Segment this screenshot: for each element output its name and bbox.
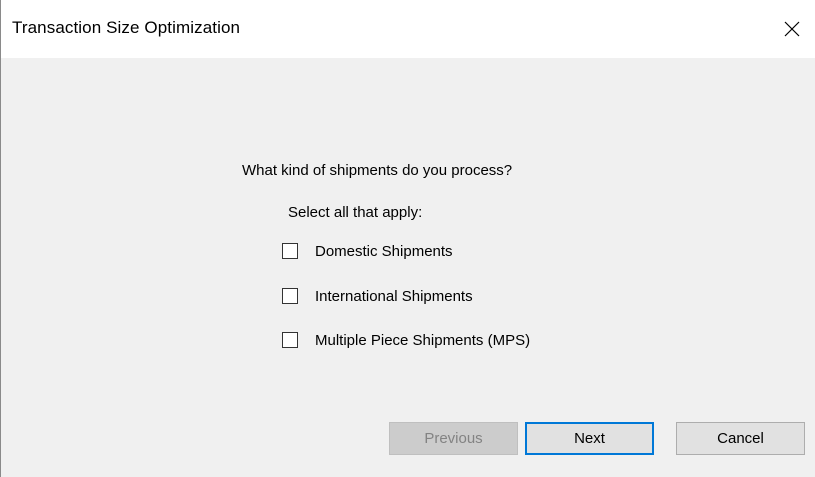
- domestic-shipments-checkbox[interactable]: Domestic Shipments: [282, 240, 453, 262]
- instruction-text: Select all that apply:: [288, 204, 423, 221]
- multiple-piece-shipments-checkbox[interactable]: Multiple Piece Shipments (MPS): [282, 329, 530, 351]
- checkbox-box[interactable]: [282, 332, 298, 348]
- checkbox-box[interactable]: [282, 288, 298, 304]
- title-bar[interactable]: Transaction Size Optimization: [1, 0, 815, 58]
- checkbox-label[interactable]: Domestic Shipments: [315, 243, 453, 260]
- close-icon: [784, 21, 800, 37]
- next-button[interactable]: Next: [525, 422, 654, 455]
- close-button[interactable]: [769, 0, 815, 58]
- window-title: Transaction Size Optimization: [12, 18, 241, 37]
- checkbox-box[interactable]: [282, 243, 298, 259]
- checkbox-label[interactable]: International Shipments: [315, 288, 473, 305]
- checkbox-label[interactable]: Multiple Piece Shipments (MPS): [315, 332, 530, 349]
- dialog-window: Transaction Size Optimization What kind …: [0, 0, 815, 477]
- international-shipments-checkbox[interactable]: International Shipments: [282, 285, 473, 307]
- question-text: What kind of shipments do you process?: [242, 162, 513, 179]
- cancel-button[interactable]: Cancel: [676, 422, 805, 455]
- dialog-body: What kind of shipments do you process? S…: [1, 58, 815, 477]
- previous-button[interactable]: Previous: [389, 422, 518, 455]
